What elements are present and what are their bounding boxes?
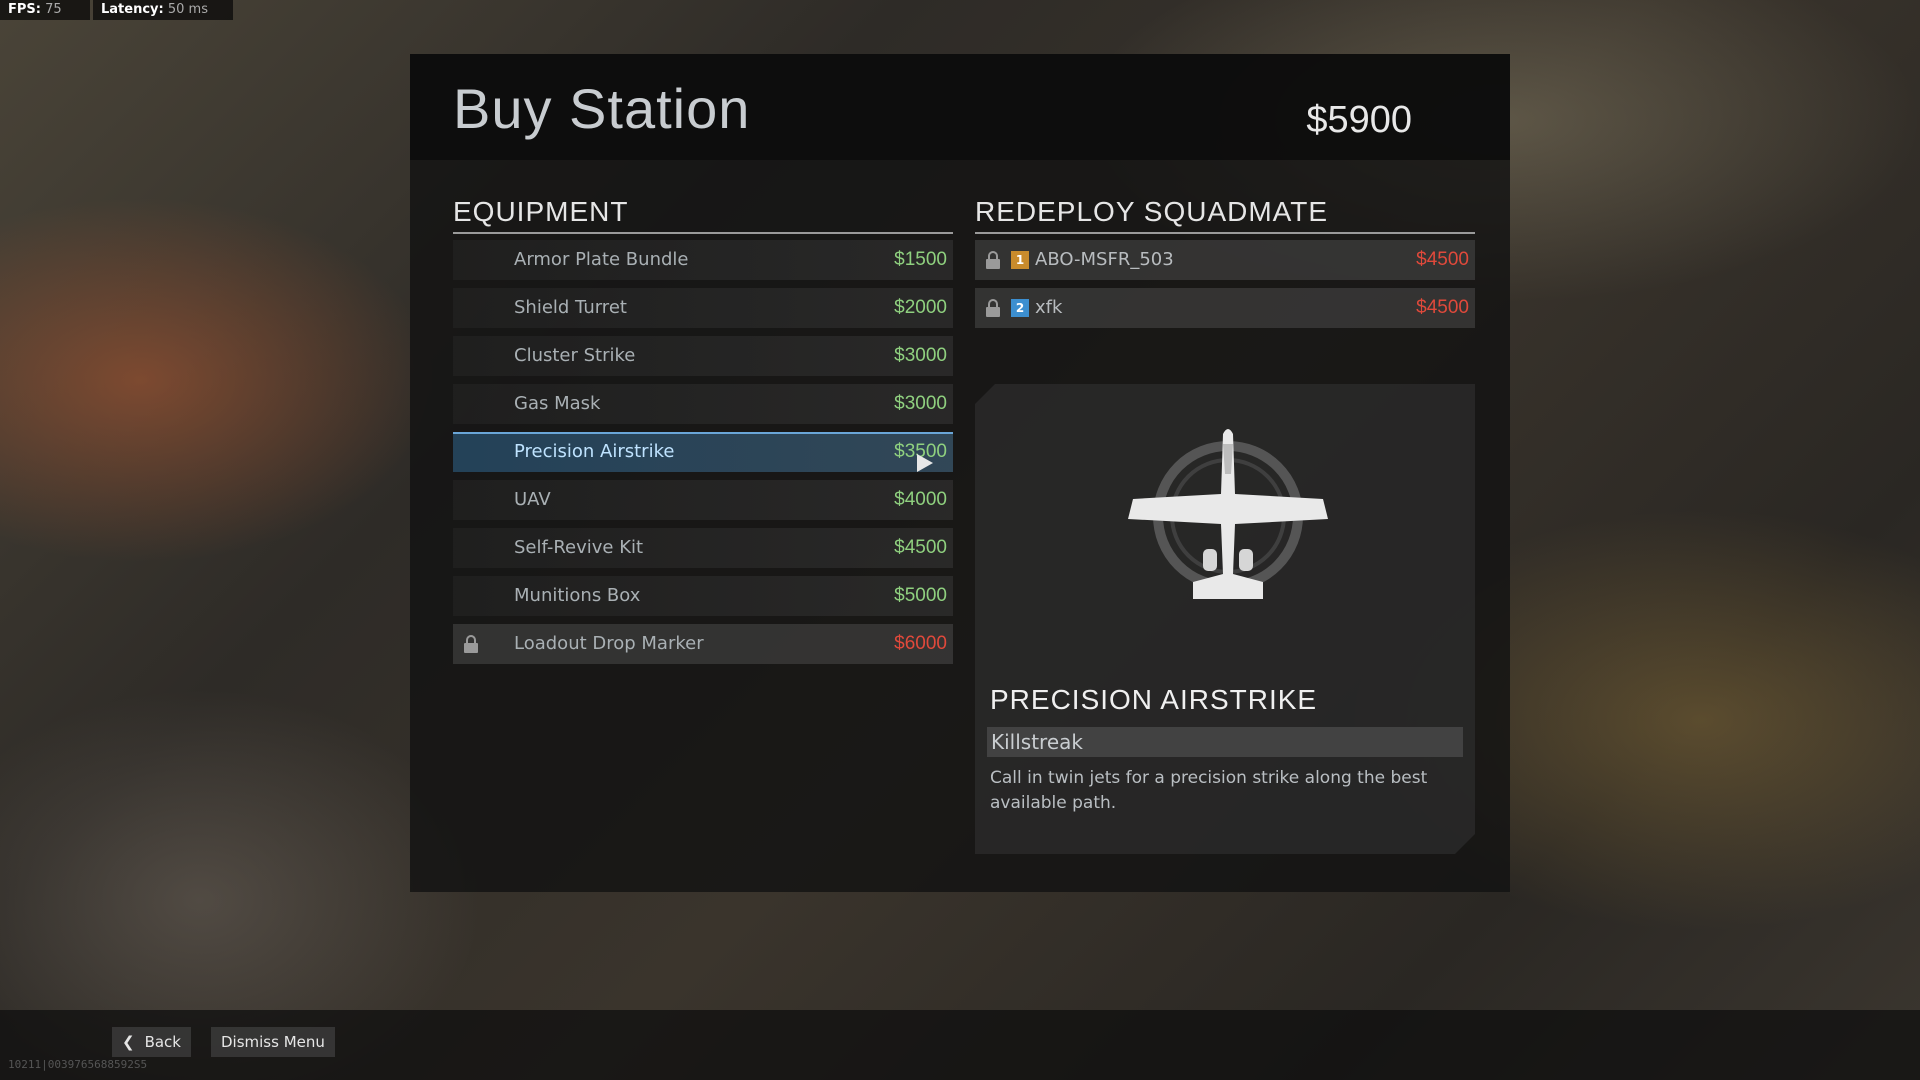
panel-header: Buy Station $5900 bbox=[410, 54, 1510, 160]
buy-station-panel: Buy Station $5900 EQUIPMENT Armor Plate … bbox=[410, 54, 1510, 892]
equipment-item-label: Cluster Strike bbox=[514, 345, 636, 366]
equipment-list: Armor Plate Bundle $1500 Shield Turret $200… bbox=[453, 240, 953, 672]
equipment-item-label: Shield Turret bbox=[514, 297, 627, 318]
build-id: 10211|0039765688592S5 bbox=[8, 1058, 148, 1071]
detail-title: PRECISION AIRSTRIKE bbox=[990, 684, 1318, 715]
squad-number-badge: 1 bbox=[1011, 251, 1029, 269]
chevron-left-icon: ❮ bbox=[122, 1033, 135, 1051]
dismiss-menu-button[interactable]: Dismiss Menu bbox=[211, 1027, 335, 1057]
equipment-item[interactable]: Munitions Box $5000 bbox=[453, 576, 953, 616]
equipment-item-label: Gas Mask bbox=[514, 393, 601, 414]
redeploy-divider bbox=[975, 232, 1475, 234]
equipment-item-price: $1500 bbox=[894, 249, 947, 270]
equipment-item[interactable]: Precision Airstrike $3500 bbox=[453, 432, 953, 472]
equipment-item-label: Loadout Drop Marker bbox=[514, 633, 704, 654]
equipment-item[interactable]: Gas Mask $3000 bbox=[453, 384, 953, 424]
squadmate-item[interactable]: 1 ABO-MSFR_503 $4500 bbox=[975, 240, 1475, 280]
equipment-item-price: $3000 bbox=[894, 345, 947, 366]
cursor-pointer-icon bbox=[917, 454, 933, 472]
footer-bar: ❮ Back Dismiss Menu bbox=[0, 1010, 1920, 1080]
detail-description: Call in twin jets for a precision strike… bbox=[990, 768, 1428, 813]
player-money: $5900 bbox=[1306, 99, 1412, 141]
equipment-item-price: $3000 bbox=[894, 393, 947, 414]
equipment-item-price: $5000 bbox=[894, 585, 947, 606]
page-title: Buy Station bbox=[453, 77, 751, 140]
equipment-item-label: Precision Airstrike bbox=[514, 441, 675, 462]
equipment-item-price: $6000 bbox=[894, 633, 947, 654]
detail-type: Killstreak bbox=[987, 727, 1463, 757]
equipment-item-label: Self-Revive Kit bbox=[514, 537, 644, 558]
squadmate-price: $4500 bbox=[1416, 297, 1469, 318]
equipment-item[interactable]: Self-Revive Kit $4500 bbox=[453, 528, 953, 568]
equipment-item-label: Armor Plate Bundle bbox=[514, 249, 689, 270]
equipment-item-price: $4000 bbox=[894, 489, 947, 510]
squadmate-name: xfk bbox=[1035, 297, 1063, 318]
lock-icon bbox=[464, 635, 478, 653]
equipment-item-label: Munitions Box bbox=[514, 585, 641, 606]
equipment-divider bbox=[453, 232, 953, 234]
equipment-item[interactable]: Shield Turret $2000 bbox=[453, 288, 953, 328]
squad-number-badge: 2 bbox=[1011, 299, 1029, 317]
equipment-heading: EQUIPMENT bbox=[453, 196, 629, 227]
squadmate-name: ABO-MSFR_503 bbox=[1035, 249, 1174, 270]
squadmate-item[interactable]: 2 xfk $4500 bbox=[975, 288, 1475, 328]
equipment-item[interactable]: Loadout Drop Marker $6000 bbox=[453, 624, 953, 664]
squadmate-price: $4500 bbox=[1416, 249, 1469, 270]
lock-icon bbox=[986, 251, 1000, 269]
back-button[interactable]: ❮ Back bbox=[112, 1027, 191, 1057]
lock-icon bbox=[986, 299, 1000, 317]
equipment-item[interactable]: Armor Plate Bundle $1500 bbox=[453, 240, 953, 280]
redeploy-list: 1 ABO-MSFR_503 $4500 2 xfk $4500 bbox=[975, 240, 1475, 336]
equipment-item[interactable]: Cluster Strike $3000 bbox=[453, 336, 953, 376]
equipment-item[interactable]: UAV $4000 bbox=[453, 480, 953, 520]
equipment-item-price: $2000 bbox=[894, 297, 947, 318]
redeploy-heading: REDEPLOY SQUADMATE bbox=[975, 196, 1329, 227]
latency-counter: Latency: 50 ms bbox=[93, 0, 233, 20]
fps-counter: FPS: 75 bbox=[0, 0, 90, 20]
airplane-icon bbox=[1123, 424, 1333, 614]
item-detail-card: PRECISION AIRSTRIKE Killstreak Call in t… bbox=[975, 384, 1475, 854]
equipment-item-price: $4500 bbox=[894, 537, 947, 558]
equipment-item-label: UAV bbox=[514, 489, 551, 510]
